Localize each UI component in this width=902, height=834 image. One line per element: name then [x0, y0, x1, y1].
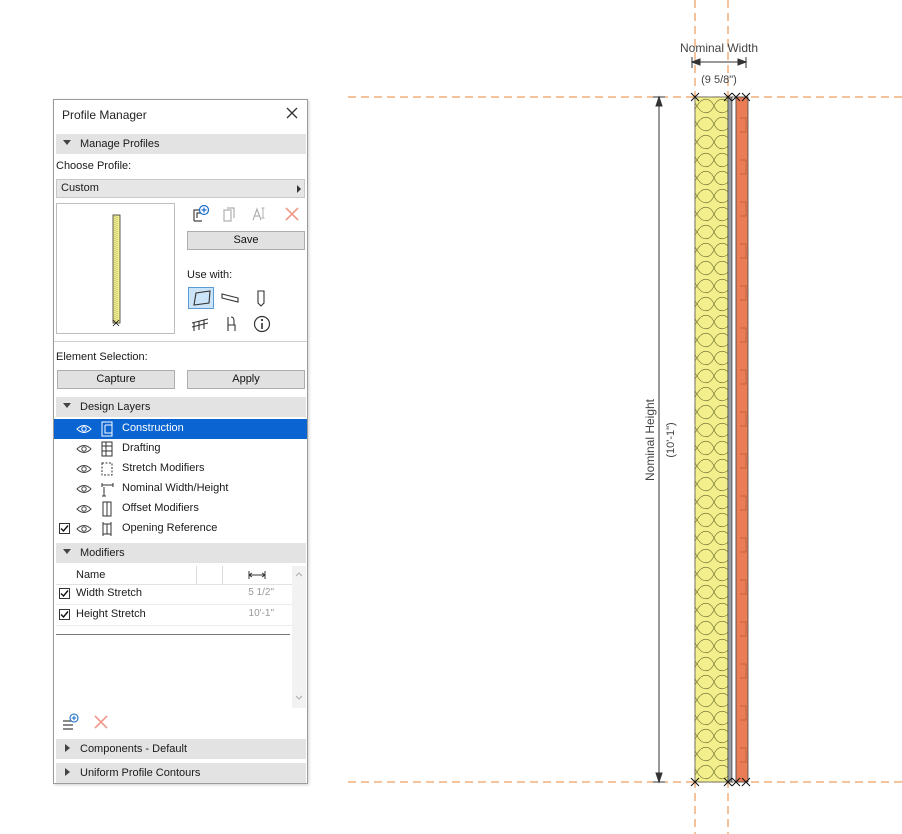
modifiers-label: Modifiers — [80, 547, 125, 559]
air-gap-layer[interactable] — [731, 96, 737, 783]
design-layers-label: Design Layers — [80, 401, 151, 413]
profile-preview — [56, 203, 175, 334]
save-button[interactable]: Save — [187, 231, 305, 250]
layer-label: Nominal Width/Height — [122, 482, 229, 494]
width-stretch-checkbox[interactable] — [59, 588, 70, 599]
palette-title: Profile Manager — [62, 108, 147, 122]
layer-label: Stretch Modifiers — [122, 462, 205, 474]
nominal-width-label: Nominal Width — [680, 41, 758, 55]
layer-row-offset-modifiers[interactable]: Offset Modifiers — [54, 499, 307, 519]
beam-icon[interactable] — [220, 288, 240, 308]
layer-row-opening-reference[interactable]: Opening Reference — [54, 519, 307, 539]
brick-layer[interactable] — [735, 96, 749, 783]
profile-dropdown[interactable]: Custom — [56, 179, 305, 198]
nominal-height-value: (10'-1") — [665, 422, 677, 457]
sheathing-layer[interactable] — [727, 96, 733, 783]
drafting-layer-icon — [101, 441, 113, 457]
modifier-row-height-stretch[interactable]: Height Stretch 10'-1" — [56, 605, 292, 626]
components-header[interactable]: Components - Default — [56, 739, 306, 759]
delete-profile-icon[interactable] — [282, 204, 302, 224]
modifiers-scrollbar[interactable] — [292, 566, 306, 708]
eye-icon[interactable] — [76, 523, 92, 535]
use-with-label: Use with: — [187, 269, 233, 281]
section-divider — [54, 341, 307, 342]
duplicate-profile-icon[interactable] — [220, 204, 240, 224]
layer-label: Offset Modifiers — [122, 502, 199, 514]
components-label: Components - Default — [80, 743, 187, 755]
add-modifier-icon[interactable] — [61, 712, 81, 732]
nominal-height-label: Nominal Height — [643, 398, 657, 481]
eye-icon[interactable] — [76, 503, 92, 515]
new-profile-icon[interactable] — [190, 204, 210, 224]
railing-icon[interactable] — [190, 314, 210, 334]
layer-row-drafting[interactable]: Drafting — [54, 439, 307, 459]
modifier-name: Height Stretch — [76, 608, 146, 620]
info-icon[interactable] — [252, 314, 272, 334]
contours-label: Uniform Profile Contours — [80, 767, 201, 779]
opening-reference-icon — [102, 522, 112, 536]
offset-modifiers-icon — [102, 501, 112, 517]
modifier-value: 10'-1" — [248, 608, 274, 619]
design-layers-header[interactable]: Design Layers — [56, 397, 306, 417]
modifiers-header[interactable]: Modifiers — [56, 543, 306, 563]
profile-manager-palette: Profile Manager Manage Profiles Choose P… — [53, 99, 308, 784]
height-stretch-checkbox[interactable] — [59, 609, 70, 620]
layer-row-nominal-width-height[interactable]: Nominal Width/Height — [54, 479, 307, 499]
eye-icon[interactable] — [76, 423, 92, 435]
column-name-header: Name — [76, 569, 106, 581]
modifier-value: 5 1/2" — [248, 587, 274, 598]
column-icon[interactable] — [251, 288, 271, 308]
element-selection-label: Element Selection: — [56, 351, 148, 363]
layer-label: Opening Reference — [122, 522, 218, 534]
layer-row-stretch-modifiers[interactable]: Stretch Modifiers — [54, 459, 307, 479]
eye-icon[interactable] — [76, 463, 92, 475]
construction-layer-icon — [101, 421, 113, 437]
profile-dropdown-value: Custom — [61, 182, 99, 194]
nominal-width-dimension[interactable] — [690, 57, 748, 68]
opening-reference-checkbox[interactable] — [59, 523, 70, 534]
layer-row-construction[interactable]: Construction — [54, 419, 307, 439]
modifier-name: Width Stretch — [76, 587, 143, 599]
layer-label: Drafting — [122, 442, 161, 454]
insulation-hatch — [695, 97, 728, 782]
apply-button[interactable]: Apply — [187, 370, 305, 389]
rename-profile-icon[interactable] — [250, 204, 270, 224]
nominal-dimension-icon — [101, 483, 114, 497]
modifiers-separator — [56, 634, 290, 635]
choose-profile-label: Choose Profile: — [56, 160, 132, 172]
manage-profiles-label: Manage Profiles — [80, 138, 160, 150]
contours-header[interactable]: Uniform Profile Contours — [56, 763, 306, 783]
capture-button[interactable]: Capture — [57, 370, 175, 389]
modifiers-table-header: Name — [56, 566, 292, 585]
delete-modifier-icon[interactable] — [92, 713, 110, 731]
eye-icon[interactable] — [76, 443, 92, 455]
width-value-icon — [248, 571, 266, 579]
close-icon[interactable] — [285, 106, 299, 120]
eye-icon[interactable] — [76, 483, 92, 495]
object-icon[interactable] — [221, 314, 241, 334]
layer-label: Construction — [122, 422, 184, 434]
modifier-row-width-stretch[interactable]: Width Stretch 5 1/2" — [56, 584, 292, 605]
wall-icon[interactable] — [188, 287, 214, 309]
nominal-width-value: (9 5/8") — [701, 74, 737, 86]
manage-profiles-header[interactable]: Manage Profiles — [56, 134, 306, 154]
stretch-modifiers-icon — [101, 462, 113, 476]
